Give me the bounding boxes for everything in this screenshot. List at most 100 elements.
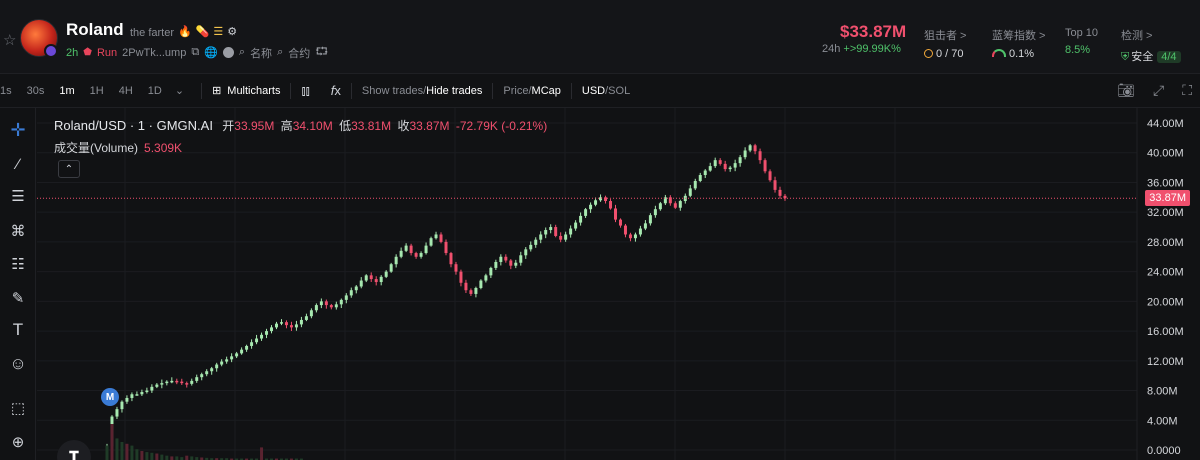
usd-option[interactable]: USD xyxy=(582,85,605,97)
candle-body xyxy=(374,279,378,283)
toolbar-divider xyxy=(492,82,494,99)
show-trades-option[interactable]: Show trades xyxy=(362,85,423,97)
name-search-link[interactable]: 名称 xyxy=(250,45,272,61)
timeframe-dropdown-chevron-icon[interactable]: ⌄ xyxy=(175,82,184,99)
low-label: 低 xyxy=(339,119,352,133)
search-contract-icon[interactable]: ⌕ xyxy=(277,46,283,59)
timeframe-1m[interactable]: 1m xyxy=(59,83,74,99)
low-value: 33.81M xyxy=(351,119,392,133)
candle-body xyxy=(688,188,692,196)
candle-body xyxy=(155,384,159,387)
candle-body xyxy=(698,175,702,181)
timeframe-1h[interactable]: 1H xyxy=(90,83,104,99)
candle-body xyxy=(454,264,458,272)
candle-body xyxy=(414,253,418,257)
text-tool-icon[interactable]: T xyxy=(8,320,28,340)
candle-body xyxy=(279,322,283,324)
token-name[interactable]: Roland xyxy=(66,20,124,40)
horizontal-lines-icon[interactable]: ☰ xyxy=(8,186,28,206)
toolbar-divider xyxy=(201,82,203,99)
close-value: 33.87M xyxy=(409,119,450,133)
candle-body xyxy=(544,230,548,235)
candle-body xyxy=(653,209,657,216)
bluechip-stat[interactable]: 蓝筹指数 > 0.1% xyxy=(992,27,1045,60)
fullscreen-icon[interactable]: ⤢ xyxy=(1153,82,1164,99)
audit-stat[interactable]: 检测 > ⛨ 安全 4/4 xyxy=(1121,27,1181,64)
crosshair-icon[interactable]: ✛ xyxy=(8,120,28,140)
candle-type-icon[interactable]: ⫾⫾ xyxy=(301,83,309,99)
snipers-stat[interactable]: 狙击者 > 0 / 70 xyxy=(924,27,966,60)
token-icon[interactable] xyxy=(222,47,234,58)
timeframe-4h[interactable]: 4H xyxy=(119,83,133,99)
expand-icon[interactable]: ⛶ xyxy=(1182,82,1192,99)
favorite-star-icon[interactable]: ☆ xyxy=(3,31,16,49)
candle-body xyxy=(499,256,503,262)
snipers-label: 狙击者 > xyxy=(924,30,967,42)
high-label: 高 xyxy=(280,119,293,133)
candle-body xyxy=(599,197,603,201)
globe-icon[interactable]: 🌐 xyxy=(204,46,218,59)
search-icon[interactable]: ⌕ xyxy=(239,46,245,59)
token-address[interactable]: 2PwTk...ump xyxy=(122,47,186,59)
candle-body xyxy=(314,305,318,311)
candle-body xyxy=(509,260,513,266)
top10-label: Top 10 xyxy=(1065,27,1099,39)
mcap-option[interactable]: MCap xyxy=(532,85,561,97)
price-mcap-toggle[interactable]: Price/MCap xyxy=(503,85,560,97)
trend-line-icon[interactable]: ∕ xyxy=(8,154,28,174)
gauge-icon xyxy=(992,49,1006,57)
fib-retracement-icon[interactable]: ☷ xyxy=(8,254,28,274)
candlestick-chart[interactable]: 44.00M 40.00M 36.00M 32.00M 28.00M 24.00M 20.0… xyxy=(37,108,1200,460)
trades-toggle[interactable]: Show trades/Hide trades xyxy=(362,85,482,97)
candle-body xyxy=(628,234,632,239)
candle-body xyxy=(195,377,199,381)
candle-body xyxy=(324,301,328,306)
candle-body xyxy=(344,295,348,300)
candle-body xyxy=(329,305,333,308)
indicators-fx-icon[interactable]: fx xyxy=(331,83,341,98)
hide-trades-option[interactable]: Hide trades xyxy=(426,85,482,97)
candle-body xyxy=(125,397,129,402)
candle-body xyxy=(364,275,368,281)
price-option[interactable]: Price xyxy=(503,85,528,97)
brush-icon[interactable]: ✎ xyxy=(8,288,28,308)
toolbar-right-actions: 📷︎ ⤢ ⛶ xyxy=(1117,82,1192,99)
multicharts-button[interactable]: ⊞ Multicharts xyxy=(212,84,280,98)
share-icon[interactable]: ⮔ xyxy=(315,43,328,62)
candle-body xyxy=(319,301,323,306)
timeframe-30s[interactable]: 30s xyxy=(27,83,45,99)
copy-icon[interactable]: ⧉ xyxy=(191,46,199,59)
collapse-legend-button[interactable]: ⌃ xyxy=(58,160,80,178)
top10-stat[interactable]: Top 10 8.5% xyxy=(1065,27,1098,56)
price-change: 24h +>99.99K% xyxy=(822,43,901,55)
audit-value: 安全 xyxy=(1131,51,1154,63)
candle-body xyxy=(409,245,413,254)
candle-body xyxy=(579,215,583,223)
candle-body xyxy=(354,286,358,291)
camera-icon[interactable]: 📷︎ xyxy=(1117,82,1135,99)
y-tick-label: 0.0000 xyxy=(1147,445,1181,457)
price-chart[interactable]: 44.00M 40.00M 36.00M 32.00M 28.00M 24.00M 20.0… xyxy=(37,108,1200,460)
volume-bar xyxy=(115,438,119,460)
zoom-in-icon[interactable]: ⊕ xyxy=(8,432,28,452)
candle-body xyxy=(130,394,134,398)
bot-icon: ⚙ xyxy=(227,26,238,38)
candle-body xyxy=(230,356,234,360)
currency-toggle[interactable]: USD/SOL xyxy=(582,85,630,97)
candle-body xyxy=(494,261,498,268)
timeframe-1s[interactable]: 1s xyxy=(0,83,12,99)
candle-body xyxy=(589,204,593,210)
ruler-icon[interactable]: ⬚ xyxy=(8,398,28,418)
y-tick-label: 8.00M xyxy=(1147,386,1178,398)
launchpad-badge-icon xyxy=(44,44,58,58)
pattern-icon[interactable]: ⌘ xyxy=(8,221,28,241)
contract-search-link[interactable]: 合约 xyxy=(288,45,310,61)
emoji-icon[interactable]: ☺ xyxy=(8,354,28,374)
candle-body xyxy=(648,215,652,224)
token-meta-row: 2h ⬟ Run 2PwTk...ump ⧉ 🌐 ⌕ 名称 ⌕ 合约 ⮔ xyxy=(66,43,328,62)
sol-option[interactable]: SOL xyxy=(608,85,630,97)
candle-body xyxy=(464,282,468,291)
timeframe-1d[interactable]: 1D xyxy=(148,83,162,99)
candle-body xyxy=(284,322,288,326)
migration-marker[interactable]: M xyxy=(101,388,119,406)
